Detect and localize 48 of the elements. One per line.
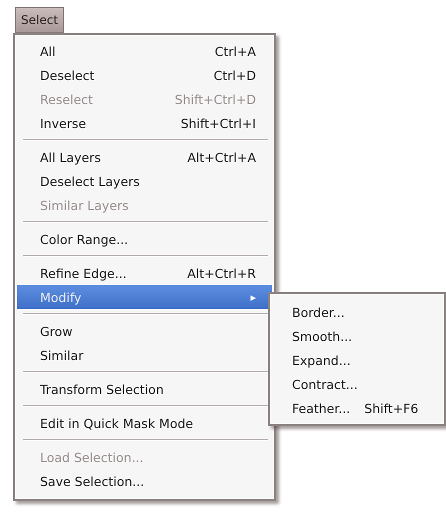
menu-item-label: Feather... [292,400,350,416]
menu-item-label: Deselect [40,68,94,82]
menu-item-label: Color Range... [40,232,128,246]
menu-item[interactable]: Feather... Shift+F6 [270,396,444,420]
menu-item[interactable]: Smooth... [270,324,444,348]
menu-item-label: Border... [292,304,345,320]
menu-item-label: Expand... [292,352,351,368]
menu-item-label: Save Selection... [40,474,144,488]
menu-item[interactable]: Modify ▸ [17,285,272,309]
menu-item[interactable]: Grow [17,319,272,343]
menu-item-label: All Layers [40,150,101,164]
menu-item[interactable]: All Ctrl+A [17,39,272,63]
menu-item[interactable]: Border... [270,300,444,324]
menu-item-label: All [40,44,56,58]
shortcut-label: Alt+Ctrl+A [187,150,256,164]
menu-item-label: Reselect [40,92,93,106]
menu-item-label: Similar [40,348,84,362]
shortcut-label: Alt+Ctrl+R [187,266,256,280]
menu-item-label: Inverse [40,116,86,130]
menu-item-label: Similar Layers [40,198,129,212]
shortcut-label: Shift+Ctrl+D [174,92,256,106]
menu-item-label: Smooth... [292,328,352,344]
menu-item-label: Refine Edge... [40,266,127,280]
menu-item[interactable]: Inverse Shift+Ctrl+I [17,111,272,135]
menu-item[interactable]: All Layers Alt+Ctrl+A [17,145,272,169]
menu-item[interactable]: Deselect Layers [17,169,272,193]
menu-item[interactable]: Save Selection... [17,469,272,493]
menu-item[interactable]: Refine Edge... Alt+Ctrl+R [17,261,272,285]
menu-item[interactable]: Edit in Quick Mask Mode [17,411,272,435]
menu-item-label: Transform Selection [40,382,164,396]
menu-item-label: Modify [40,290,82,304]
menu-item[interactable]: Color Range... [17,227,272,251]
shortcut-label: Ctrl+D [214,68,256,82]
menu-item[interactable]: Transform Selection [17,377,272,401]
menu-item-label: Contract... [292,376,358,392]
menu-item[interactable]: Expand... [270,348,444,372]
menu-item-label: Deselect Layers [40,174,140,188]
menu-item-label: Edit in Quick Mask Mode [40,416,194,430]
menu-item[interactable]: Deselect Ctrl+D [17,63,272,87]
menu-item[interactable]: Contract... [270,372,444,396]
menu-item-label: Grow [40,324,72,338]
menu-item[interactable]: Similar [17,343,272,367]
menu-title[interactable]: Select [15,7,64,33]
shortcut-label: Shift+F6 [364,400,418,416]
shortcut-label: Ctrl+A [214,44,256,58]
menu-item-label: Load Selection... [40,450,144,464]
shortcut-label: Shift+Ctrl+I [180,116,256,130]
submenu-arrow: ▸ [250,290,256,304]
